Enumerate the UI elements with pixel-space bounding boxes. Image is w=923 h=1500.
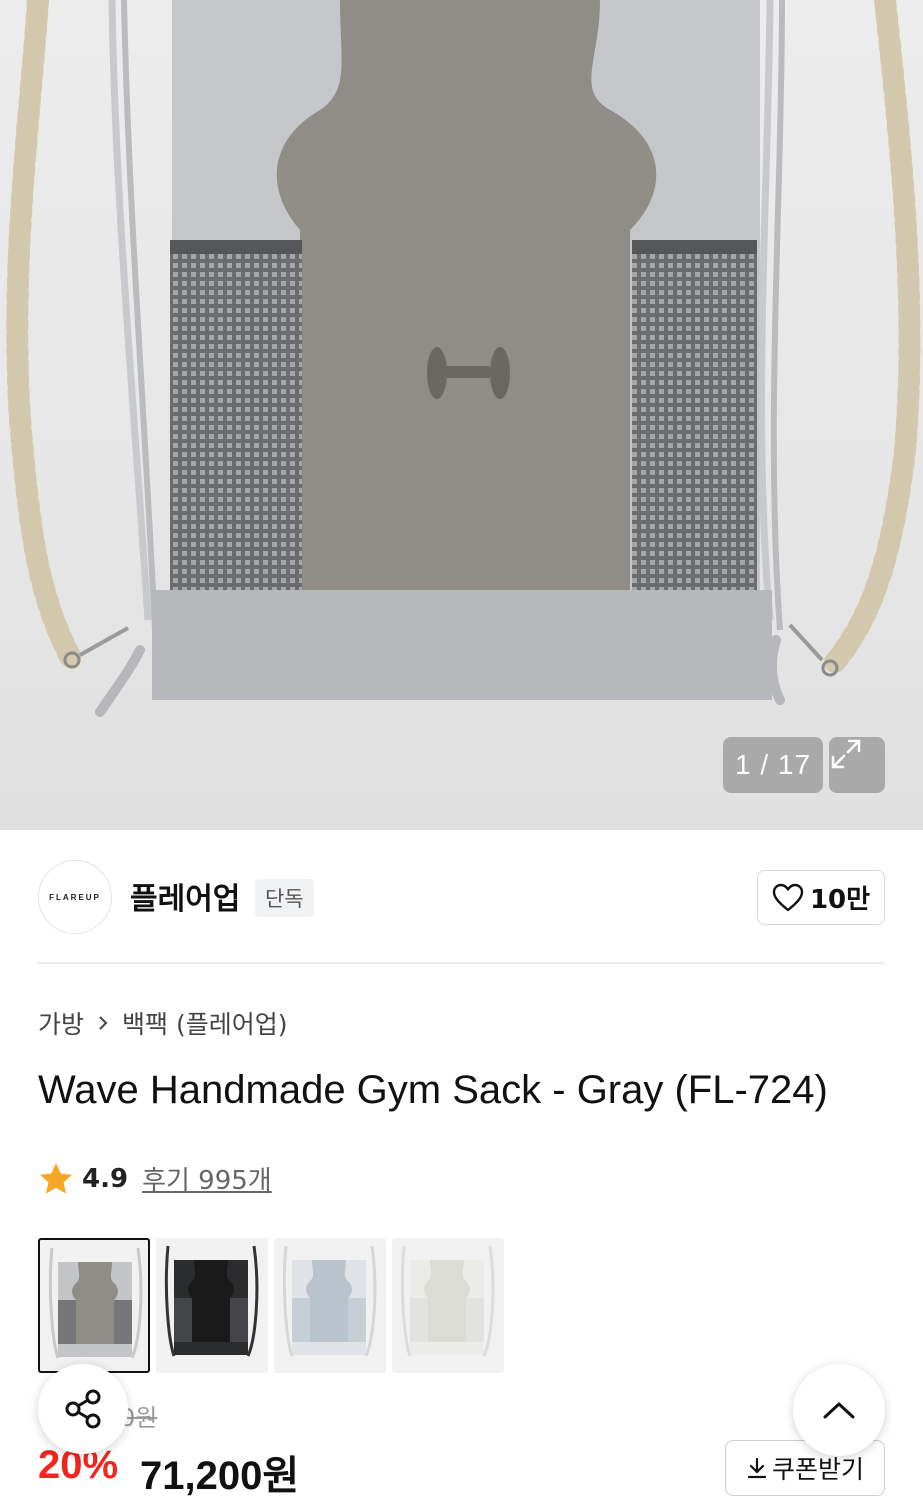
color-option-black[interactable] [156, 1238, 268, 1373]
thumbnail-image [48, 1247, 143, 1359]
like-button[interactable]: 10만 [757, 870, 885, 925]
image-counter: 1 / 17 [723, 737, 823, 793]
breadcrumb-category[interactable]: 가방 [38, 1005, 84, 1041]
review-count-link[interactable]: 후기 995개 [142, 1160, 272, 1197]
brand-logo[interactable]: FLAREUP [38, 860, 112, 934]
color-option-white[interactable] [392, 1238, 504, 1373]
color-options [38, 1238, 504, 1373]
chevron-right-icon [99, 1016, 108, 1030]
thumbnail-image [400, 1245, 495, 1357]
rating-row: 4.9 후기 995개 [38, 1160, 272, 1197]
breadcrumb-subcategory[interactable]: 백팩 (플레어업) [122, 1005, 287, 1041]
color-option-gray[interactable] [38, 1238, 150, 1373]
coupon-label: 쿠폰받기 [771, 1455, 864, 1484]
like-count: 10만 [809, 885, 871, 915]
product-image [6, 0, 921, 717]
star-icon [40, 1162, 72, 1194]
breadcrumb: 가방 백팩 (플레어업) [38, 1005, 287, 1041]
chevron-up-icon [823, 1402, 855, 1419]
thumbnail-image [164, 1245, 259, 1357]
exclusive-badge: 단독 [255, 879, 314, 917]
heart-icon [772, 883, 804, 911]
brand-name[interactable]: 플레어업 [130, 874, 240, 918]
product-title: Wave Handmade Gym Sack - Gray (FL-724) [38, 1068, 828, 1112]
product-image-gallery[interactable]: 1 / 17 [0, 0, 923, 830]
divider [38, 962, 885, 964]
share-button[interactable] [38, 1364, 128, 1454]
color-option-light-blue[interactable] [274, 1238, 386, 1373]
expand-image-button[interactable] [829, 737, 885, 793]
sale-price: 71,200원 [140, 1454, 300, 1498]
thumbnail-image [282, 1245, 377, 1357]
rating-score: 4.9 [82, 1163, 129, 1194]
download-icon [747, 1457, 767, 1479]
scroll-to-top-button[interactable] [793, 1364, 885, 1456]
share-icon [65, 1389, 101, 1429]
expand-icon [831, 739, 861, 769]
